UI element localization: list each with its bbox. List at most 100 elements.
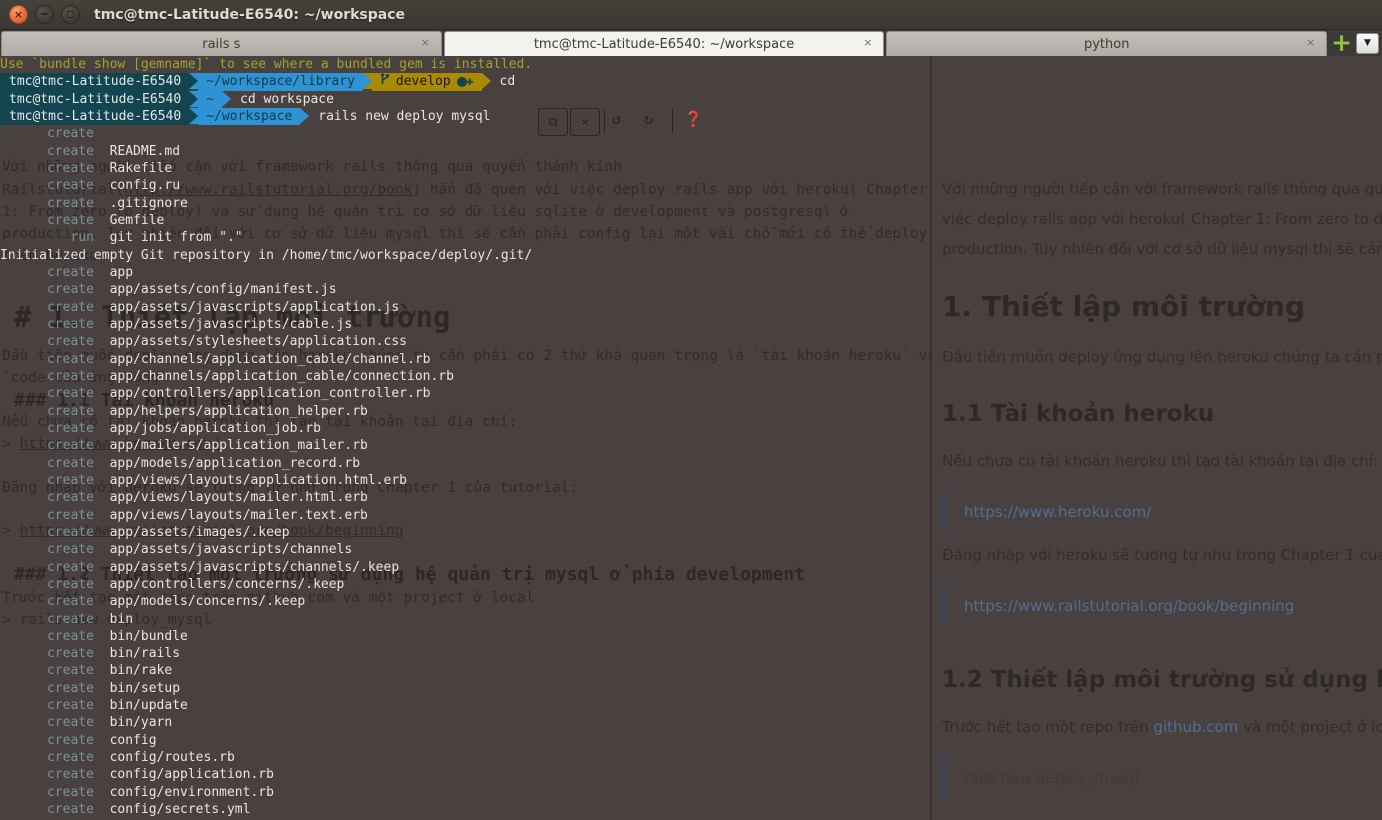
terminal-window: × − ◻ tmc@tmc-Latitude-E6540: ~/workspac… <box>0 0 1382 820</box>
powerline-arrow-icon <box>189 90 199 107</box>
created-file-path: app/models/application_record.rb <box>93 455 361 471</box>
rails-action-label: create <box>0 264 94 280</box>
created-file-path: app/assets/stylesheets/application.css <box>93 334 407 350</box>
terminal-output-row: run git init from "." <box>0 229 1382 246</box>
rails-action-label: run <box>0 230 94 246</box>
prompt-command: cd workspace <box>240 91 334 107</box>
new-tab-button[interactable]: + <box>1331 30 1352 55</box>
rails-action-label: create <box>0 507 94 523</box>
created-file-path: app/assets/config/manifest.js <box>93 282 337 298</box>
terminal-output-row: create app/models/concerns/.keep <box>0 593 1382 610</box>
terminal-output-row: create app/channels/application_cable/co… <box>0 368 1382 385</box>
prompt-hostname: tmc@tmc-Latitude-E6540 <box>0 107 190 126</box>
created-file-path: config/secrets.yml <box>93 802 251 818</box>
rails-action-label: create <box>0 403 94 419</box>
prompt-line-2: tmc@tmc-Latitude-E6540 ~ cd workspace <box>0 90 1382 108</box>
created-file-path: app/assets/images/.keep <box>93 524 290 540</box>
git-init-message: Initialized empty Git repository in /hom… <box>0 247 533 263</box>
created-file-path: config/routes.rb <box>93 750 235 766</box>
rails-action-label: create <box>0 160 94 176</box>
tab-controls: + ▼ <box>1328 30 1382 56</box>
terminal-pane[interactable]: ⧉ ✕ ↺ ↻ ❓ Với những người tiếp cận với frame… <box>0 56 1382 820</box>
terminal-output-row: create app/assets/javascripts/applicatio… <box>0 299 1382 316</box>
created-file-path: bin/bundle <box>93 628 188 644</box>
terminal-output: Use `bundle show [gemname]` to see where… <box>0 56 1382 820</box>
created-file-path: config/environment.rb <box>93 784 274 800</box>
created-file-path: .gitignore <box>93 195 188 211</box>
created-file-path: app/views/layouts/application.html.erb <box>93 472 407 488</box>
powerline-arrow-icon <box>189 73 199 90</box>
created-file-path <box>94 126 110 141</box>
terminal-output-row: create bin/bundle <box>0 628 1382 645</box>
rails-action-label: create <box>0 420 94 436</box>
terminal-tab-2[interactable]: tmc@tmc-Latitude-E6540: ~/workspace × <box>443 31 885 56</box>
rails-action-label: create <box>0 490 94 506</box>
created-file-path: app/helpers/application_helper.rb <box>93 403 368 419</box>
rails-action-label: create <box>0 576 94 592</box>
powerline-arrow-icon <box>189 107 199 124</box>
rails-action-label: create <box>0 715 94 731</box>
created-file-path: config/application.rb <box>93 767 274 783</box>
tab-list-dropdown-button[interactable]: ▼ <box>1356 32 1380 54</box>
created-file-path: app/assets/javascripts/cable.js <box>93 316 353 332</box>
prompt-directory: ~/workspace/library <box>198 73 363 91</box>
created-file-path: app/views/layouts/mailer.html.erb <box>93 490 368 506</box>
rails-action-label: create <box>0 212 94 228</box>
created-file-path: app <box>93 264 134 280</box>
prompt-git-segment: develop ✚ <box>371 73 482 91</box>
tab-label: tmc@tmc-Latitude-E6540: ~/workspace <box>533 36 795 52</box>
tab-close-icon[interactable]: × <box>418 36 433 51</box>
rails-action-label: create <box>0 438 94 454</box>
created-file-path: app/assets/javascripts/application.js <box>93 299 400 315</box>
created-file-path: bin/setup <box>93 680 181 696</box>
terminal-output-row: create app/assets/config/manifest.js <box>0 281 1382 298</box>
rails-action-label: create <box>0 316 94 332</box>
tab-label: python <box>1083 36 1130 52</box>
minimize-window-button[interactable]: − <box>35 5 54 24</box>
terminal-output-row: create app/controllers/concerns/.keep <box>0 576 1382 593</box>
created-file-path: bin/rake <box>93 663 173 679</box>
terminal-tab-1[interactable]: rails s × <box>1 31 442 56</box>
created-file-path: git init from "." <box>93 230 243 246</box>
terminal-output-row: create .gitignore <box>0 195 1382 212</box>
powerline-arrow-icon <box>222 90 232 107</box>
terminal-output-row: create config/application.rb <box>0 766 1382 783</box>
created-file-path: Gemfile <box>93 212 165 228</box>
prompt-hostname: tmc@tmc-Latitude-E6540 <box>0 73 190 91</box>
rails-action-label: create <box>0 351 94 367</box>
created-file-path: app/mailers/application_mailer.rb <box>93 438 368 454</box>
created-file-path: README.md <box>93 143 181 159</box>
created-file-path: app/channels/application_cable/channel.r… <box>93 351 431 367</box>
terminal-output-row: create app/mailers/application_mailer.rb <box>0 437 1382 454</box>
created-file-path: app/jobs/application_job.rb <box>93 420 321 436</box>
maximize-window-button[interactable]: ◻ <box>61 5 80 24</box>
git-dirty-plus-icon: ✚ <box>456 73 474 90</box>
terminal-output-row: create config/environment.rb <box>0 784 1382 801</box>
git-branch-icon <box>380 73 390 91</box>
prompt-directory: ~ <box>198 90 223 108</box>
terminal-output-row: create bin/rake <box>0 662 1382 679</box>
rails-action-label: create <box>0 143 94 159</box>
terminal-output-row: create app/models/application_record.rb <box>0 455 1382 472</box>
terminal-output-row: create app/helpers/application_helper.rb <box>0 403 1382 420</box>
terminal-output-row: create app/assets/javascripts/channels/.… <box>0 559 1382 576</box>
window-title: tmc@tmc-Latitude-E6540: ~/workspace <box>94 6 406 23</box>
rails-action-label: create <box>0 750 94 766</box>
created-file-path: config <box>93 732 157 748</box>
powerline-arrow-icon <box>362 73 372 90</box>
rails-action-label: create <box>0 368 94 384</box>
terminal-output-row: create config <box>0 732 1382 749</box>
tab-close-icon[interactable]: × <box>1303 36 1318 51</box>
terminal-tab-3[interactable]: python × <box>886 31 1328 56</box>
terminal-output-row: create app/jobs/application_job.rb <box>0 420 1382 437</box>
terminal-output-row: create bin/setup <box>0 680 1382 697</box>
rails-action-label: create <box>0 542 94 558</box>
terminal-output-row: create app/assets/images/.keep <box>0 524 1382 541</box>
terminal-output-row: Initialized empty Git repository in /hom… <box>0 247 1382 264</box>
prompt-line-1: tmc@tmc-Latitude-E6540 ~/workspace/librar… <box>0 73 1382 91</box>
tab-label: rails s <box>202 36 241 52</box>
tab-close-icon[interactable]: × <box>860 36 875 51</box>
rails-action-label: create <box>0 334 94 350</box>
close-window-button[interactable]: × <box>9 5 28 24</box>
terminal-output-row: create Rakefile <box>0 160 1382 177</box>
